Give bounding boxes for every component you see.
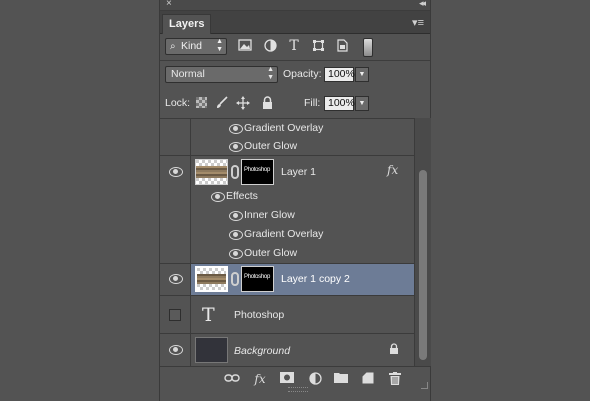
smart-object-filter-icon[interactable] xyxy=(335,39,349,53)
effect-label: Gradient Overlay xyxy=(244,228,324,240)
collapse-icon[interactable]: ◂◂ xyxy=(419,0,426,9)
opacity-field[interactable]: 100% xyxy=(324,67,355,82)
effect-label: Outer Glow xyxy=(244,140,298,152)
filter-toggle[interactable] xyxy=(363,38,373,57)
layer-row-background[interactable]: Background xyxy=(160,333,414,367)
type-filter-icon[interactable]: T xyxy=(287,39,301,53)
blend-row: Normal ▲ ▼ Opacity: 100% ▼ xyxy=(160,63,430,85)
scrollbar[interactable] xyxy=(414,118,431,366)
effect-row-gradient-overlay-top[interactable]: Gradient Overlay xyxy=(160,119,414,138)
lock-row: Lock: Fill: 100% ▼ xyxy=(160,92,430,114)
effect-row-inner-glow[interactable]: Inner Glow xyxy=(160,206,414,225)
search-icon: ⌕ xyxy=(170,41,176,52)
link-layers-icon[interactable] xyxy=(224,372,240,386)
fx-icon[interactable]: fx xyxy=(252,372,268,386)
lock-all-icon[interactable] xyxy=(260,96,274,110)
eye-icon[interactable] xyxy=(169,274,183,284)
adjustment-filter-icon[interactable] xyxy=(263,39,277,53)
fill-dropdown-button[interactable]: ▼ xyxy=(355,96,369,111)
effect-row-outer-glow[interactable]: Outer Glow xyxy=(160,244,414,263)
layer-mask-thumbnail[interactable]: Photoshop xyxy=(241,159,274,185)
eye-icon[interactable] xyxy=(229,249,243,259)
layers-panel: × ◂◂ Layers ▾≡ ⌕ Kind ▲ ▼ T Normal ▲ ▼ O… xyxy=(159,0,431,401)
layer-name[interactable]: Photoshop xyxy=(234,308,284,322)
effect-label: Outer Glow xyxy=(244,247,298,259)
new-layer-icon[interactable] xyxy=(360,372,376,386)
background-thumbnail[interactable] xyxy=(195,337,228,363)
blend-mode-value: Normal xyxy=(171,68,205,80)
trash-icon[interactable] xyxy=(387,372,403,386)
add-mask-icon[interactable] xyxy=(279,372,295,386)
panel-menu-icon[interactable]: ▾≡ xyxy=(412,16,424,29)
layers-list: Gradient Overlay Outer Glow Photoshop La… xyxy=(160,118,414,367)
panel-titlebar: × ◂◂ xyxy=(160,0,430,11)
adjustment-layer-icon[interactable] xyxy=(307,372,323,386)
lock-position-icon[interactable] xyxy=(236,96,250,110)
effect-label: Inner Glow xyxy=(244,209,295,221)
kind-filter-select[interactable]: ⌕ Kind ▲ ▼ xyxy=(165,38,227,55)
layer-thumbnail[interactable] xyxy=(195,266,228,292)
layer-row-layer-1-copy-2[interactable]: Photoshop Layer 1 copy 2 xyxy=(160,263,414,295)
eye-icon[interactable] xyxy=(169,345,183,355)
close-icon[interactable]: × xyxy=(166,0,172,9)
eye-icon[interactable] xyxy=(229,124,243,134)
fx-icon[interactable]: fx xyxy=(387,163,398,177)
lock-transparent-pixels-icon[interactable] xyxy=(194,96,208,110)
folder-icon[interactable] xyxy=(333,372,349,386)
eye-icon[interactable] xyxy=(229,211,243,221)
mask-text: Photoshop xyxy=(244,167,270,173)
tab-row: Layers ▾≡ xyxy=(160,11,430,34)
eye-icon[interactable] xyxy=(169,167,183,177)
effect-row-gradient-overlay[interactable]: Gradient Overlay xyxy=(160,225,414,244)
effects-label: Effects xyxy=(226,190,258,202)
layer-row-layer-1[interactable]: Photoshop Layer 1 fx xyxy=(160,155,414,189)
layer-name[interactable]: Layer 1 copy 2 xyxy=(281,272,350,286)
kind-label: Kind xyxy=(181,40,203,52)
type-layer-icon[interactable]: T xyxy=(202,304,215,326)
image-filter-icon[interactable] xyxy=(238,39,252,53)
fill-field[interactable]: 100% xyxy=(324,96,355,111)
fill-label: Fill: xyxy=(304,97,321,109)
blend-mode-select[interactable]: Normal ▲ ▼ xyxy=(165,66,278,83)
eye-icon[interactable] xyxy=(229,142,243,152)
link-chain-icon[interactable] xyxy=(231,165,239,179)
select-arrows-icon: ▲ ▼ xyxy=(216,38,223,53)
divider xyxy=(160,60,430,61)
filter-row: ⌕ Kind ▲ ▼ T xyxy=(160,35,430,59)
opacity-label: Opacity: xyxy=(283,68,322,80)
effects-header-row[interactable]: Effects xyxy=(160,187,414,206)
lock-label: Lock: xyxy=(165,97,191,109)
layer-name[interactable]: Layer 1 xyxy=(281,165,316,179)
layer-name[interactable]: Background xyxy=(234,344,290,358)
eye-icon[interactable] xyxy=(211,192,225,202)
lock-icon xyxy=(389,343,399,358)
scrollbar-thumb[interactable] xyxy=(419,170,427,360)
select-arrows-icon: ▲ ▼ xyxy=(267,66,274,81)
resize-grip[interactable] xyxy=(288,387,308,392)
opacity-dropdown-button[interactable]: ▼ xyxy=(355,67,369,82)
effect-label: Gradient Overlay xyxy=(244,122,324,134)
lock-image-pixels-icon[interactable] xyxy=(215,96,229,110)
layer-thumbnail[interactable] xyxy=(195,159,228,185)
resize-corner[interactable] xyxy=(421,382,428,389)
bottom-toolbar: fx xyxy=(160,366,430,392)
visibility-toggle-off[interactable] xyxy=(169,309,181,321)
eye-icon[interactable] xyxy=(229,230,243,240)
mask-text: Photoshop xyxy=(244,274,270,280)
tab-layers[interactable]: Layers xyxy=(162,14,212,34)
layer-row-photoshop-type[interactable]: T Photoshop xyxy=(160,295,414,333)
link-chain-icon[interactable] xyxy=(231,272,239,286)
layer-mask-thumbnail[interactable]: Photoshop xyxy=(241,266,274,292)
effect-row-outer-glow-top[interactable]: Outer Glow xyxy=(160,137,414,156)
shape-filter-icon[interactable] xyxy=(311,39,325,53)
